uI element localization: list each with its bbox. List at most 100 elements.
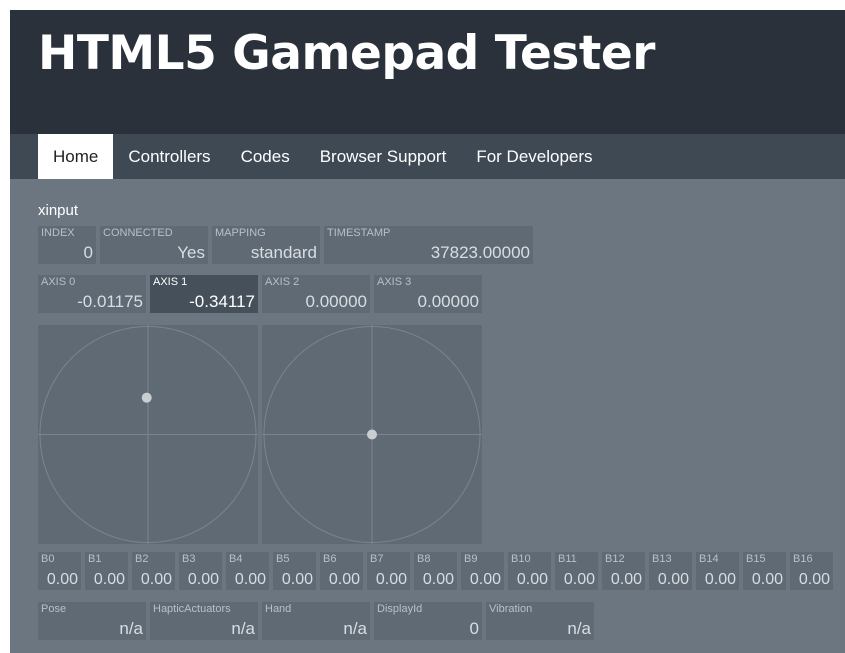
button-value: 0.00 xyxy=(469,571,501,588)
left-stick-position-dot xyxy=(141,392,152,403)
nav-for-developers[interactable]: For Developers xyxy=(461,134,607,179)
button-label: B3 xyxy=(182,553,196,565)
nav-browser-support[interactable]: Browser Support xyxy=(305,134,462,179)
gamepad-button-14: B14 0.00 xyxy=(696,552,739,590)
button-value: 0.00 xyxy=(187,571,219,588)
axis-0: AXIS 0 -0.01175 xyxy=(38,275,146,313)
gamepad-button-2: B2 0.00 xyxy=(132,552,175,590)
axis-1: AXIS 1 -0.34117 xyxy=(150,275,258,313)
button-label: B9 xyxy=(464,553,478,565)
nav-home[interactable]: Home xyxy=(38,134,114,179)
button-value: 0.00 xyxy=(281,571,313,588)
button-value: 0.00 xyxy=(704,571,736,588)
button-label: B2 xyxy=(135,553,149,565)
info-value: 37823.00000 xyxy=(430,243,530,262)
info-timestamp: TIMESTAMP 37823.00000 xyxy=(324,226,533,264)
extra-pose: Pose n/a xyxy=(38,602,146,640)
info-label: INDEX xyxy=(41,227,75,239)
button-label: B13 xyxy=(652,553,672,565)
button-label: B1 xyxy=(88,553,102,565)
extra-label: Pose xyxy=(41,603,67,615)
info-mapping: MAPPING standard xyxy=(212,226,320,264)
extra-value: n/a xyxy=(231,619,255,638)
button-label: B10 xyxy=(511,553,531,565)
button-label: B0 xyxy=(41,553,55,565)
gamepad-button-15: B15 0.00 xyxy=(743,552,786,590)
extra-value: n/a xyxy=(567,619,591,638)
extra-label: Vibration xyxy=(489,603,533,615)
button-label: B15 xyxy=(746,553,766,565)
axis-value: 0.00000 xyxy=(417,292,479,311)
button-value: 0.00 xyxy=(657,571,689,588)
gamepad-button-9: B9 0.00 xyxy=(461,552,504,590)
extra-label: DisplayId xyxy=(377,603,423,615)
button-label: B12 xyxy=(605,553,625,565)
info-label: MAPPING xyxy=(215,227,266,239)
axis-label: AXIS 3 xyxy=(377,276,412,288)
button-value: 0.00 xyxy=(93,571,125,588)
extra-display-id: DisplayId 0 xyxy=(374,602,482,640)
button-value: 0.00 xyxy=(751,571,783,588)
button-label: B7 xyxy=(370,553,384,565)
button-value: 0.00 xyxy=(798,571,830,588)
info-label: CONNECTED xyxy=(103,227,173,239)
gamepad-button-0: B0 0.00 xyxy=(38,552,81,590)
button-value: 0.00 xyxy=(328,571,360,588)
button-value: 0.00 xyxy=(422,571,454,588)
button-label: B14 xyxy=(699,553,719,565)
extra-haptic-actuators: HapticActuators n/a xyxy=(150,602,258,640)
axis-label: AXIS 0 xyxy=(41,276,76,288)
axis-label: AXIS 1 xyxy=(153,276,188,288)
button-value: 0.00 xyxy=(516,571,548,588)
button-value: 0.00 xyxy=(234,571,266,588)
button-value: 0.00 xyxy=(563,571,595,588)
extra-value: n/a xyxy=(119,619,143,638)
button-label: B5 xyxy=(276,553,290,565)
main-nav: Home Controllers Codes Browser Support F… xyxy=(10,134,845,179)
extra-vibration: Vibration n/a xyxy=(486,602,594,640)
gamepad-button-13: B13 0.00 xyxy=(649,552,692,590)
axis-value: -0.34117 xyxy=(189,292,255,311)
info-label: TIMESTAMP xyxy=(327,227,391,239)
gamepad-button-10: B10 0.00 xyxy=(508,552,551,590)
button-label: B6 xyxy=(323,553,337,565)
axis-value: -0.01175 xyxy=(77,292,143,311)
extra-label: HapticActuators xyxy=(153,603,231,615)
right-stick-visualizer xyxy=(262,325,482,544)
button-value: 0.00 xyxy=(375,571,407,588)
button-label: B16 xyxy=(793,553,813,565)
button-value: 0.00 xyxy=(140,571,172,588)
gamepad-button-12: B12 0.00 xyxy=(602,552,645,590)
nav-controllers[interactable]: Controllers xyxy=(113,134,225,179)
extra-value: n/a xyxy=(343,619,367,638)
site-header: HTML5 Gamepad Tester xyxy=(10,10,845,134)
axis-2: AXIS 2 0.00000 xyxy=(262,275,370,313)
button-label: B4 xyxy=(229,553,243,565)
extra-label: Hand xyxy=(265,603,292,615)
gamepad-button-3: B3 0.00 xyxy=(179,552,222,590)
gamepad-button-6: B6 0.00 xyxy=(320,552,363,590)
page-title: HTML5 Gamepad Tester xyxy=(38,26,655,81)
nav-codes[interactable]: Codes xyxy=(226,134,305,179)
button-label: B11 xyxy=(558,553,577,565)
info-value: 0 xyxy=(83,243,93,262)
extra-value: 0 xyxy=(469,619,479,638)
extra-hand: Hand n/a xyxy=(262,602,370,640)
button-value: 0.00 xyxy=(46,571,78,588)
axis-3: AXIS 3 0.00000 xyxy=(374,275,482,313)
info-value: Yes xyxy=(177,243,205,262)
gamepad-button-4: B4 0.00 xyxy=(226,552,269,590)
gamepad-button-11: B11 0.00 xyxy=(555,552,598,590)
gamepad-button-1: B1 0.00 xyxy=(85,552,128,590)
gamepad-button-5: B5 0.00 xyxy=(273,552,316,590)
info-index: INDEX 0 xyxy=(38,226,96,264)
gamepad-button-8: B8 0.00 xyxy=(414,552,457,590)
button-label: B8 xyxy=(417,553,431,565)
right-stick-position-dot xyxy=(367,429,377,440)
info-connected: CONNECTED Yes xyxy=(100,226,208,264)
gamepad-id: xinput xyxy=(38,202,79,219)
info-value: standard xyxy=(250,243,317,262)
gamepad-button-7: B7 0.00 xyxy=(367,552,410,590)
axis-value: 0.00000 xyxy=(305,292,367,311)
left-stick-visualizer xyxy=(38,325,258,544)
